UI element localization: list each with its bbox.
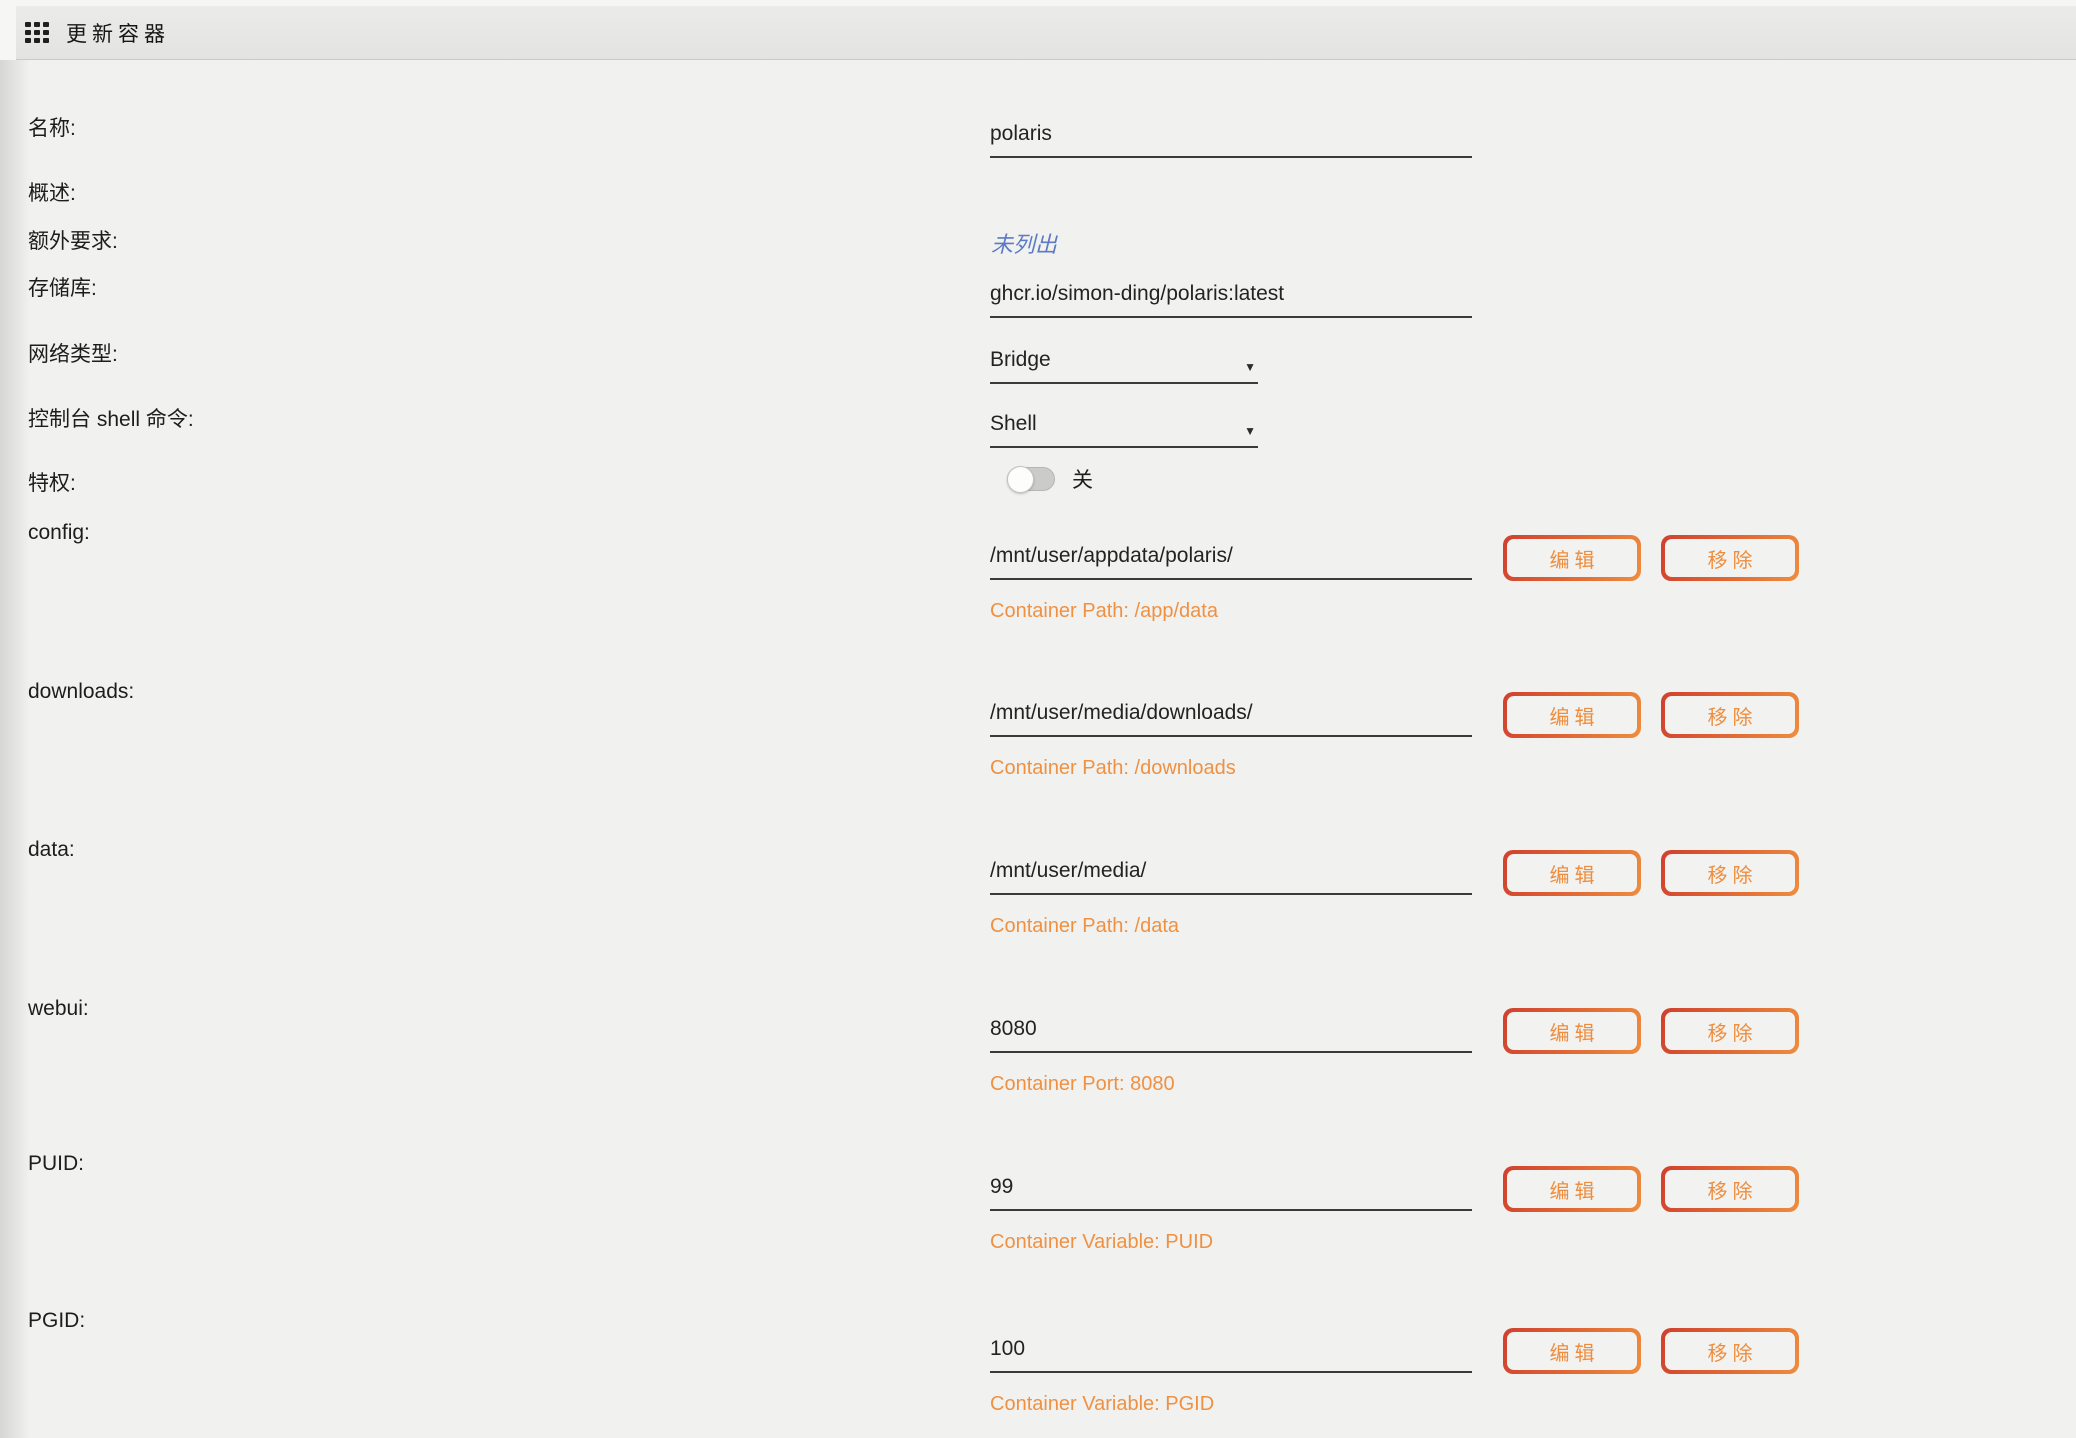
left-edge-shade [0, 60, 30, 1438]
container-variable-caption: Container Variable: PGID [990, 1393, 1214, 1416]
field-label-pgid: PGID: [28, 1308, 85, 1334]
remove-button[interactable]: 移除 [1661, 850, 1799, 896]
field-label-console-shell: 控制台 shell 命令: [28, 407, 194, 433]
field-label-config: config: [28, 520, 90, 546]
field-label-overview: 概述: [28, 181, 76, 207]
field-label-privileged: 特权: [28, 471, 76, 497]
field-label-network-type: 网络类型: [28, 342, 118, 368]
toggle-knob [1007, 466, 1034, 493]
toggle-state-label: 关 [1072, 464, 1093, 494]
container-path-caption: Container Path: /data [990, 915, 1179, 938]
chevron-down-icon: ▼ [1244, 354, 1256, 380]
field-label-extra-requirements: 额外要求: [28, 229, 118, 255]
shell-command-select[interactable]: Shell ▼ [990, 411, 1258, 448]
container-path-caption: Container Path: /downloads [990, 757, 1236, 780]
page-title: 更新容器 [66, 18, 170, 48]
field-label-webui: webui: [28, 996, 89, 1022]
update-container-page: 更新容器 名称: polaris 概述: 额外要求: 未列出 存储库: ghcr… [0, 0, 2076, 1438]
network-type-select[interactable]: Bridge ▼ [990, 347, 1258, 384]
remove-button[interactable]: 移除 [1661, 1008, 1799, 1054]
config-path-input[interactable]: /mnt/user/appdata/polaris/ [990, 543, 1472, 580]
remove-button[interactable]: 移除 [1661, 692, 1799, 738]
chevron-down-icon: ▼ [1244, 418, 1256, 444]
not-listed-link[interactable]: 未列出 [991, 227, 1057, 259]
remove-button[interactable]: 移除 [1661, 1166, 1799, 1212]
privileged-toggle[interactable]: 关 [1007, 464, 1093, 494]
field-label-data: data: [28, 837, 75, 863]
puid-value-input[interactable]: 99 [990, 1174, 1472, 1211]
toggle-track [1007, 467, 1055, 491]
field-label-repository: 存储库: [28, 276, 97, 302]
page-header: 更新容器 [16, 6, 2076, 60]
edit-button[interactable]: 编辑 [1503, 850, 1641, 896]
webui-port-input[interactable]: 8080 [990, 1016, 1472, 1053]
network-type-value: Bridge [990, 348, 1051, 371]
remove-button[interactable]: 移除 [1661, 1328, 1799, 1374]
edit-button[interactable]: 编辑 [1503, 535, 1641, 581]
edit-button[interactable]: 编辑 [1503, 1166, 1641, 1212]
top-left-corner [0, 0, 16, 60]
field-label-downloads: downloads: [28, 679, 134, 705]
field-label-name: 名称: [28, 116, 76, 142]
edit-button[interactable]: 编辑 [1503, 1328, 1641, 1374]
container-path-caption: Container Path: /app/data [990, 600, 1218, 623]
remove-button[interactable]: 移除 [1661, 535, 1799, 581]
container-variable-caption: Container Variable: PUID [990, 1231, 1213, 1254]
downloads-path-input[interactable]: /mnt/user/media/downloads/ [990, 700, 1472, 737]
container-port-caption: Container Port: 8080 [990, 1073, 1175, 1096]
field-label-puid: PUID: [28, 1151, 84, 1177]
shell-command-value: Shell [990, 412, 1037, 435]
edit-button[interactable]: 编辑 [1503, 692, 1641, 738]
apps-grid-icon [25, 22, 49, 43]
edit-button[interactable]: 编辑 [1503, 1008, 1641, 1054]
repository-input[interactable]: ghcr.io/simon-ding/polaris:latest [990, 281, 1472, 318]
pgid-value-input[interactable]: 100 [990, 1336, 1472, 1373]
name-input[interactable]: polaris [990, 121, 1472, 158]
data-path-input[interactable]: /mnt/user/media/ [990, 858, 1472, 895]
